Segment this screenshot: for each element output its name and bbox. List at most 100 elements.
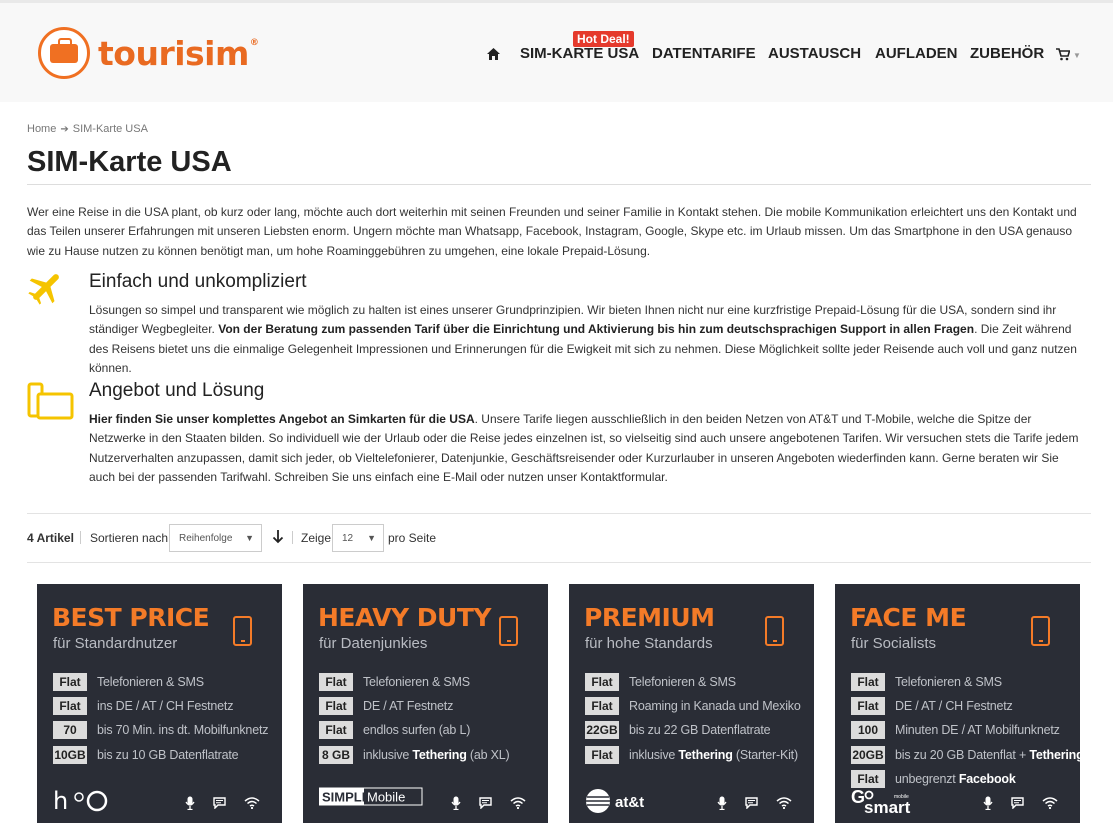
tariff-feature: Flat ins DE / AT / CH Festnetz — [53, 697, 234, 716]
microphone-icon — [717, 796, 727, 815]
carrier-logo: Gsmart mobile — [851, 787, 927, 820]
tariff-feature: Flat Telefonieren & SMS — [53, 673, 204, 691]
tariff-feature: Flat unbegrenzt Facebook — [851, 769, 1016, 788]
product-card[interactable]: BEST PRICE für Standardnutzer Flat Telefoni… — [37, 584, 282, 823]
tariff-feature: Flat DE / AT Festnetz — [319, 697, 453, 716]
sort-select[interactable]: Reihenfolge ▼ — [169, 524, 262, 552]
card-icons — [451, 796, 526, 815]
message-icon — [213, 796, 226, 815]
tariff-feature: 100 Minuten DE / AT Mobilfunknetz — [851, 721, 1060, 740]
tariff-feature: 10GB bis zu 10 GB Datenflatrate — [53, 745, 239, 764]
feature-text: bis zu 20 GB Datenflat + Tethering — [895, 747, 1080, 762]
feature-badge: Flat — [851, 697, 885, 716]
feature-badge: Flat — [53, 697, 87, 716]
tariff-feature: Flat Telefonieren & SMS — [319, 673, 470, 691]
nav-datentarife[interactable]: DATENTARIFE — [652, 45, 756, 62]
arrow-right-icon: ➔ — [60, 123, 69, 135]
feature-text: Telefonieren & SMS — [629, 675, 736, 689]
feature-badge: Flat — [53, 673, 87, 691]
tariff-feature: 8 GB inklusive Tethering (ab XL) — [319, 745, 510, 764]
product-card[interactable]: HEAVY DUTY für Datenjunkies Flat Telefonier… — [303, 584, 548, 823]
feature-badge: 8 GB — [319, 745, 353, 764]
carrier-logo: at&t — [585, 787, 653, 820]
nav-sim-karte-usa[interactable]: SIM-KARTE USA — [520, 45, 639, 62]
svg-text:SIMPLE: SIMPLE — [322, 790, 371, 805]
feature-text: Telefonieren & SMS — [895, 675, 1002, 689]
feature-badge: 22GB — [585, 721, 619, 740]
tariff-feature: Flat Telefonieren & SMS — [585, 673, 736, 691]
svg-text:smart: smart — [864, 798, 911, 815]
breadcrumb-current: SIM-Karte USA — [72, 123, 148, 135]
nav-austausch[interactable]: AUSTAUSCH — [768, 45, 861, 62]
divider — [292, 531, 293, 544]
home-icon[interactable] — [486, 47, 501, 66]
listing-toolbar: 4 Artikel Sortieren nach Reihenfolge ▼ Ze… — [27, 524, 1091, 552]
feature-text: inklusive Tethering (Starter-Kit) — [629, 747, 798, 762]
wifi-icon — [776, 796, 792, 815]
chevron-down-icon[interactable]: ▼ — [1073, 51, 1081, 60]
feature-title: Einfach und unkompliziert — [89, 271, 307, 292]
svg-text:G: G — [851, 787, 865, 807]
per-page-label: pro Seite — [388, 531, 437, 545]
wifi-icon — [244, 796, 260, 815]
feature-badge: Flat — [585, 673, 619, 691]
product-title: HEAVY DUTY — [318, 603, 492, 632]
wifi-icon — [510, 796, 526, 815]
feature-badge: 70 — [53, 721, 87, 740]
intro-text: Wer eine Reise in die USA plant, ob kurz… — [27, 205, 1077, 258]
sort-direction-icon[interactable] — [272, 529, 284, 547]
feature-badge: Flat — [851, 673, 885, 691]
cart-icon[interactable] — [1056, 48, 1071, 66]
feature-badge: Flat — [319, 697, 353, 716]
tariff-feature: Flat DE / AT / CH Festnetz — [851, 697, 1013, 716]
per-page-select[interactable]: 12 ▼ — [332, 524, 384, 552]
feature-badge: Flat — [585, 697, 619, 716]
show-label: Zeige — [301, 531, 332, 545]
feature-badge: 20GB — [851, 745, 885, 764]
feature-text: Minuten DE / AT Mobilfunknetz — [895, 723, 1060, 738]
product-subtitle: für Datenjunkies — [319, 635, 428, 652]
feature-text: endlos surfen (ab L) — [363, 723, 471, 738]
nav-zubehoer[interactable]: ZUBEHÖR — [970, 45, 1044, 62]
suitcase-icon — [38, 27, 90, 79]
feature-text: Telefonieren & SMS — [97, 675, 204, 689]
svg-text:at&t: at&t — [615, 794, 644, 811]
product-title: PREMIUM — [584, 603, 715, 632]
feature-text: Hier finden Sie unser komplettes Angebot… — [89, 412, 1079, 484]
tariff-feature: Flat Telefonieren & SMS — [851, 673, 1002, 691]
divider — [27, 184, 1091, 185]
wifi-icon — [1042, 796, 1058, 815]
feature-badge: Flat — [585, 745, 619, 764]
feature-title: Angebot und Lösung — [89, 380, 265, 401]
tariff-feature: Flat inklusive Tethering (Starter-Kit) — [585, 745, 798, 764]
product-subtitle: für Standardnutzer — [53, 635, 178, 652]
feature-text: bis zu 22 GB Datenflatrate — [629, 723, 771, 738]
product-subtitle: für hohe Standards — [585, 635, 713, 652]
feature-text: bis zu 10 GB Datenflatrate — [97, 747, 239, 762]
feature-badge: 10GB — [53, 745, 87, 764]
feature-text: unbegrenzt Facebook — [895, 771, 1016, 786]
microphone-icon — [451, 796, 461, 815]
feature-badge: Flat — [319, 673, 353, 691]
feature-text: ins DE / AT / CH Festnetz — [97, 699, 234, 714]
airplane-icon — [27, 268, 65, 311]
page-title: SIM-Karte USA — [27, 146, 232, 178]
carrier-logo: SIMPLE Mobile — [318, 787, 423, 812]
feature-text: Roaming in Kanada und Mexiko — [629, 699, 801, 714]
breadcrumb-home[interactable]: Home — [27, 123, 56, 135]
logo[interactable]: tourisim® — [38, 27, 259, 79]
phone-icon — [233, 616, 252, 646]
product-card[interactable]: FACE ME für Socialists Flat Telefonieren & … — [835, 584, 1080, 823]
tariff-feature: 20GB bis zu 20 GB Datenflat + Tethering — [851, 745, 1080, 764]
breadcrumb: Home ➔ SIM-Karte USA — [27, 123, 148, 135]
chevron-down-icon: ▼ — [367, 533, 376, 543]
tariff-feature: 70 bis 70 Min. ins dt. Mobilfunknetz — [53, 721, 268, 740]
phone-icon — [499, 616, 518, 646]
message-icon — [479, 796, 492, 815]
svg-text:mobile: mobile — [894, 794, 909, 800]
nav-aufladen[interactable]: AUFLADEN — [875, 45, 958, 62]
microphone-icon — [983, 796, 993, 815]
article-count: 4 Artikel — [27, 531, 74, 545]
product-card[interactable]: PREMIUM für hohe Standards Flat Telefoniere… — [569, 584, 814, 823]
divider — [27, 562, 1091, 563]
